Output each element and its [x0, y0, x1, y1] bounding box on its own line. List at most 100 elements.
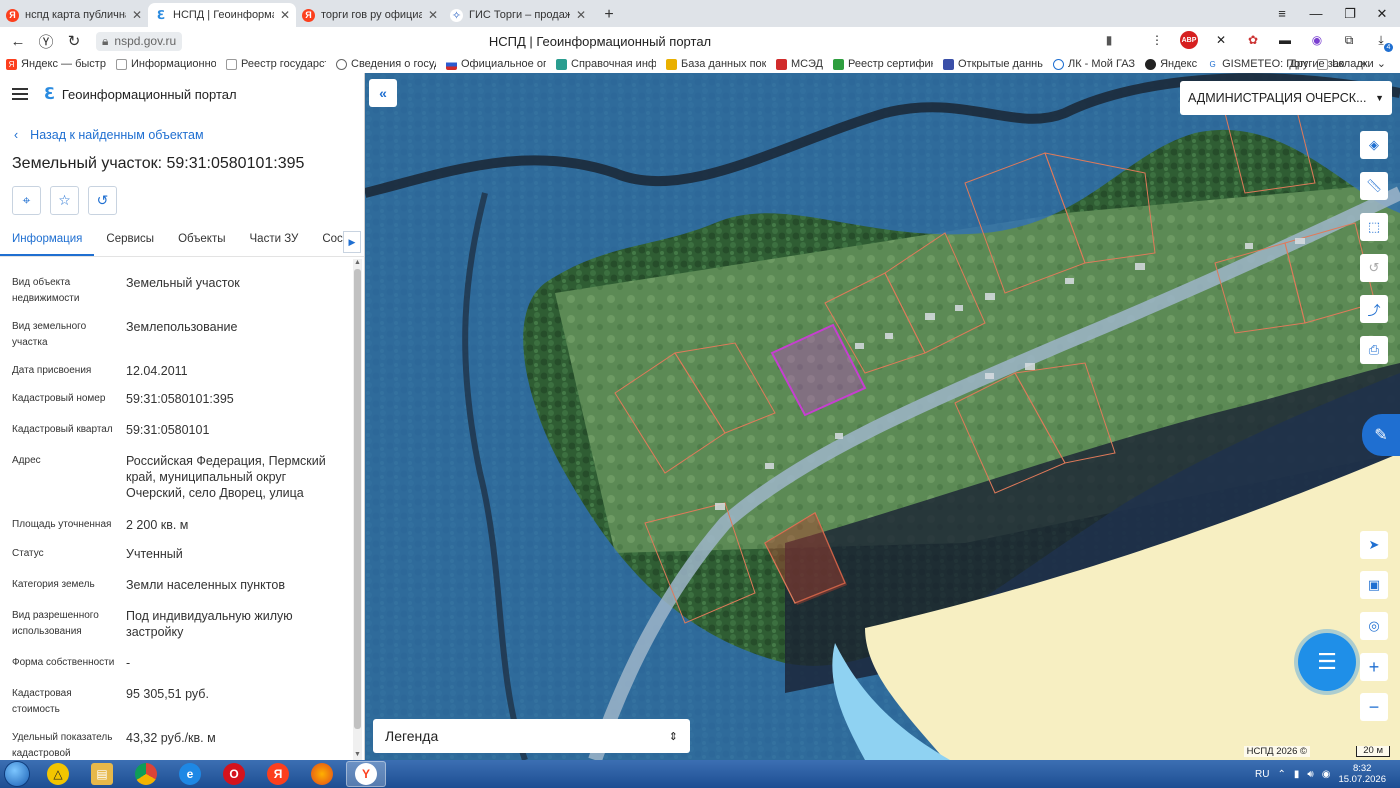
browser-tab-1[interactable]: Я нспд карта публичная кад ✕ [0, 3, 148, 27]
taskbar-app[interactable]: △ [38, 761, 78, 787]
network-icon[interactable]: ▮ [1294, 769, 1300, 780]
location-search-icon[interactable]: ◎ [1360, 612, 1388, 640]
close-icon[interactable]: ✕ [280, 8, 290, 22]
back-to-results-link[interactable]: ‹ Назад к найденным объектам [14, 128, 204, 142]
bookmark-item[interactable]: Реестр государств [226, 58, 326, 70]
extension-icon[interactable]: ▬ [1276, 31, 1294, 49]
map-canvas[interactable] [365, 73, 1400, 760]
zoom-out-button[interactable]: − [1360, 693, 1388, 721]
close-icon[interactable]: ✕ [132, 8, 142, 22]
property-label: Дата присвоения [12, 365, 92, 376]
reload-icon[interactable]: ↻ [60, 27, 88, 55]
tab-parts[interactable]: Части ЗУ [238, 225, 311, 256]
extension-icon[interactable]: ✿ [1244, 31, 1262, 49]
taskbar-app[interactable] [126, 761, 166, 787]
bookmark-item[interactable]: Официальное опу [446, 58, 546, 70]
bookmark-item[interactable]: Открытые данные [942, 58, 1043, 70]
scroll-up-icon[interactable]: ▲ [353, 259, 362, 268]
browser-tab-2[interactable]: ℇ НСПД | Геоинформацио ✕ [148, 3, 296, 27]
ruler-icon[interactable]: 📏︎ [1360, 172, 1388, 200]
bookmark-item[interactable]: Информационно [116, 58, 216, 70]
scroll-thumb[interactable] [354, 269, 361, 729]
minimap-icon[interactable]: ▣ [1360, 571, 1388, 599]
property-value: Российская Федерация, Пермский край, мун… [126, 454, 326, 500]
taskbar-app[interactable]: Я [258, 761, 298, 787]
scroll-down-icon[interactable]: ▼ [353, 751, 362, 760]
area-select-icon[interactable]: ⬚ [1360, 213, 1388, 241]
more-icon[interactable]: ⋮ [1148, 31, 1166, 49]
property-list: Вид объекта недвижимости Земельный участ… [0, 263, 352, 760]
print-icon[interactable]: ⎙ [1360, 336, 1388, 364]
portal-logo[interactable]: ℇ Геоинформационный портал [44, 84, 237, 104]
yandex-home-icon[interactable]: Ⓨ [32, 27, 60, 55]
other-bookmarks-button[interactable]: Другие закладки ⌄ [1289, 57, 1386, 70]
bookmarks-bar: ЯЯндекс — быстрый Информационно Реестр г… [0, 55, 1400, 73]
close-icon[interactable]: ✕ [428, 8, 438, 22]
start-button[interactable] [0, 760, 34, 788]
language-indicator[interactable]: RU [1255, 769, 1269, 780]
taskbar-app[interactable]: ▤ [82, 761, 122, 787]
tray-chevron-icon[interactable]: ⌃ [1278, 769, 1286, 780]
download-icon[interactable]: ⤓ 4 [1372, 31, 1393, 52]
clock[interactable]: 8:32 15.07.2026 [1338, 763, 1386, 785]
panel-scrollbar[interactable]: ▲ ▼ [353, 259, 362, 760]
layers-icon[interactable]: ◈ [1360, 131, 1388, 159]
bookmark-item[interactable]: Реестр сертифика [832, 58, 933, 70]
extension-icon[interactable]: ✕ [1212, 31, 1230, 49]
tray-app-icon[interactable]: ◉ [1322, 769, 1331, 780]
chevron-left-icon: ‹ [14, 128, 19, 142]
property-value: Земли населенных пунктов [126, 578, 285, 592]
bookmark-item[interactable]: Справочная инфо [556, 58, 656, 70]
opera-icon: O [223, 763, 245, 785]
map-view[interactable]: « АДМИНИСТРАЦИЯ ОЧЕРСК... ▼ ◈ 📏︎ ⬚ ↺ ⤴ ⎙… [365, 73, 1400, 760]
minimize-button[interactable]: — [1300, 0, 1332, 27]
tab-objects[interactable]: Объекты [166, 225, 237, 256]
caret-down-icon: ▼ [1375, 93, 1384, 103]
tab-information[interactable]: Информация [0, 225, 95, 256]
extension-icon[interactable]: ⧉ [1340, 31, 1358, 49]
chat-support-icon[interactable]: ☰ [1298, 633, 1356, 691]
folder-icon: ▤ [91, 763, 113, 785]
feedback-icon[interactable]: ✎ [1362, 414, 1400, 456]
zoom-in-button[interactable]: + [1360, 653, 1388, 681]
browser-tab-3[interactable]: Я торги гов ру официальны ✕ [296, 3, 444, 27]
adblock-icon[interactable]: ABP [1180, 31, 1198, 49]
taskbar-app[interactable] [302, 761, 342, 787]
property-value: 2 200 кв. м [126, 518, 189, 532]
bookmark-item[interactable]: Яндекс [1145, 58, 1197, 70]
volume-icon[interactable]: 🔊︎ [1307, 769, 1313, 780]
bookmark-item[interactable]: База данных пока [666, 58, 766, 70]
property-value: Землепользование [126, 320, 238, 334]
menu-icon[interactable]: ≡ [1266, 0, 1298, 27]
history-icon[interactable]: ↺ [88, 186, 117, 215]
tab-services[interactable]: Сервисы [94, 225, 166, 256]
favorite-star-icon[interactable]: ☆ [50, 186, 79, 215]
maximize-button[interactable]: ❐ [1334, 0, 1366, 27]
geolocation-icon[interactable]: ➤ [1360, 531, 1388, 559]
bookmark-item[interactable]: ЛК - Мой ГАЗ [1052, 58, 1135, 70]
taskbar-app[interactable]: Y [346, 761, 386, 787]
browser-tab-4[interactable]: ✧ ГИС Торги – продажи гос ✕ [444, 3, 592, 27]
bookmark-item[interactable]: ЯЯндекс — быстрый [6, 58, 106, 70]
collapse-panel-button[interactable]: « [369, 79, 397, 107]
administration-select[interactable]: АДМИНИСТРАЦИЯ ОЧЕРСК... ▼ [1180, 81, 1392, 115]
close-icon[interactable]: ✕ [576, 8, 586, 22]
taskbar-app[interactable]: e [170, 761, 210, 787]
url-field[interactable]: 🔒︎ nspd.gov.ru [96, 31, 183, 51]
close-window-button[interactable]: ✕ [1366, 0, 1398, 27]
back-arrow-icon[interactable]: ← [4, 27, 32, 55]
property-value: 12.04.2011 [126, 364, 188, 378]
new-tab-button[interactable]: + [598, 4, 620, 26]
bookmark-item[interactable]: Сведения о госуд [336, 58, 436, 70]
hamburger-menu-icon[interactable] [12, 88, 28, 100]
chevron-right-icon[interactable]: ▶ [343, 231, 361, 253]
zoom-to-object-icon[interactable]: ⌖ [12, 186, 41, 215]
extension-icon[interactable]: ◉ [1308, 31, 1326, 49]
property-label: Вид объекта недвижимости [12, 277, 80, 304]
taskbar-app[interactable]: O [214, 761, 254, 787]
property-value: Под индивидуальную жилую застройку [126, 609, 293, 639]
bookmark-icon[interactable]: ▮ [1100, 31, 1118, 49]
legend-dropdown[interactable]: Легенда ⇕ [373, 719, 690, 753]
bookmark-item[interactable]: МСЭД [776, 58, 823, 70]
share-icon[interactable]: ⤴ [1360, 295, 1388, 323]
